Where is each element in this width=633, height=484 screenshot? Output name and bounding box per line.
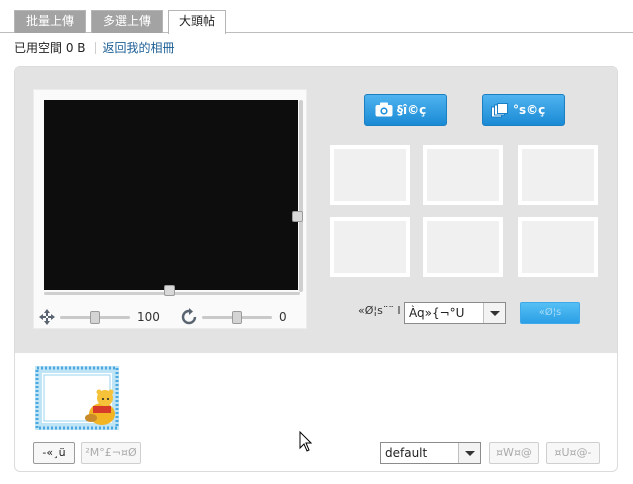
- rotate-icon: [181, 308, 197, 325]
- snapshot-slot-4[interactable]: [330, 217, 410, 277]
- frame-style-select[interactable]: Àq»{¬°U: [404, 302, 506, 324]
- back-to-album-link[interactable]: 返回我的相冊: [103, 41, 175, 55]
- snapshot-slot-6[interactable]: [518, 217, 598, 277]
- tab-photo-sticker[interactable]: 大頭帖: [168, 10, 226, 34]
- snapshot-slot-1[interactable]: [330, 145, 410, 205]
- rotate-slider-knob[interactable]: [232, 311, 242, 324]
- next-button[interactable]: ¤U¤@-: [546, 442, 600, 464]
- rotate-value: 0: [279, 310, 287, 324]
- multi-capture-button-label: °s©ç: [513, 103, 546, 117]
- copy-icon: [491, 103, 508, 118]
- photo-editor: 100 0: [33, 89, 307, 329]
- zoom-slider-track[interactable]: [60, 311, 130, 324]
- used-space-text: 已用空間 0 B: [14, 41, 86, 55]
- vertical-pan-handle[interactable]: [292, 211, 303, 222]
- camera-preview-canvas[interactable]: [44, 100, 298, 290]
- move-icon: [39, 309, 55, 325]
- tab-batch-upload[interactable]: 批量上傳: [14, 10, 86, 33]
- preset-select-value: default: [385, 446, 428, 460]
- capture-button-label: §î©ç: [397, 103, 427, 117]
- frame-style-label: «Ø¦s¨¨ I: [358, 304, 401, 317]
- snapshot-slot-2[interactable]: [423, 145, 503, 205]
- camera-icon: [375, 102, 393, 117]
- preset-select[interactable]: default: [380, 442, 481, 464]
- tab-bar: 批量上傳 多選上傳 大頭帖: [0, 0, 633, 34]
- chevron-down-icon: [483, 303, 505, 323]
- multi-capture-button[interactable]: °s©ç: [482, 94, 565, 126]
- divider: [94, 42, 96, 54]
- editor-controls: 100 0: [38, 308, 304, 326]
- snapshot-slot-5[interactable]: [423, 217, 503, 277]
- previous-button[interactable]: ¤W¤@: [489, 442, 539, 464]
- editor-area: 100 0 §î©ç °s©ç «Ø¦s¨¨ I Àq»{¬°U «Ø¦s: [15, 67, 617, 353]
- mouse-cursor-icon: [299, 431, 313, 452]
- zoom-slider-knob[interactable]: [90, 311, 100, 324]
- frame-thumbnail[interactable]: [35, 366, 119, 430]
- zoom-value: 100: [137, 310, 160, 324]
- frame-style-select-value: Àq»{¬°U: [409, 306, 465, 320]
- chevron-down-icon: [458, 443, 480, 463]
- apply-frame-button[interactable]: «Ø¦s: [520, 302, 580, 324]
- info-row: 已用空間 0 B 返回我的相冊: [14, 40, 175, 56]
- rotate-slider-track[interactable]: [202, 311, 272, 324]
- capture-button[interactable]: §î©ç: [364, 94, 447, 126]
- snapshot-slot-3[interactable]: [518, 145, 598, 205]
- clear-frame-button[interactable]: ²M°£¬¤Ø: [81, 442, 141, 464]
- vertical-pan-track[interactable]: [299, 100, 303, 292]
- tab-multi-upload[interactable]: 多選上傳: [91, 10, 163, 33]
- horizontal-pan-handle[interactable]: [164, 285, 175, 296]
- load-frame-button[interactable]: -«¸ü: [33, 442, 75, 464]
- sticker-panel: 100 0 §î©ç °s©ç «Ø¦s¨¨ I Àq»{¬°U «Ø¦s -«…: [14, 66, 618, 472]
